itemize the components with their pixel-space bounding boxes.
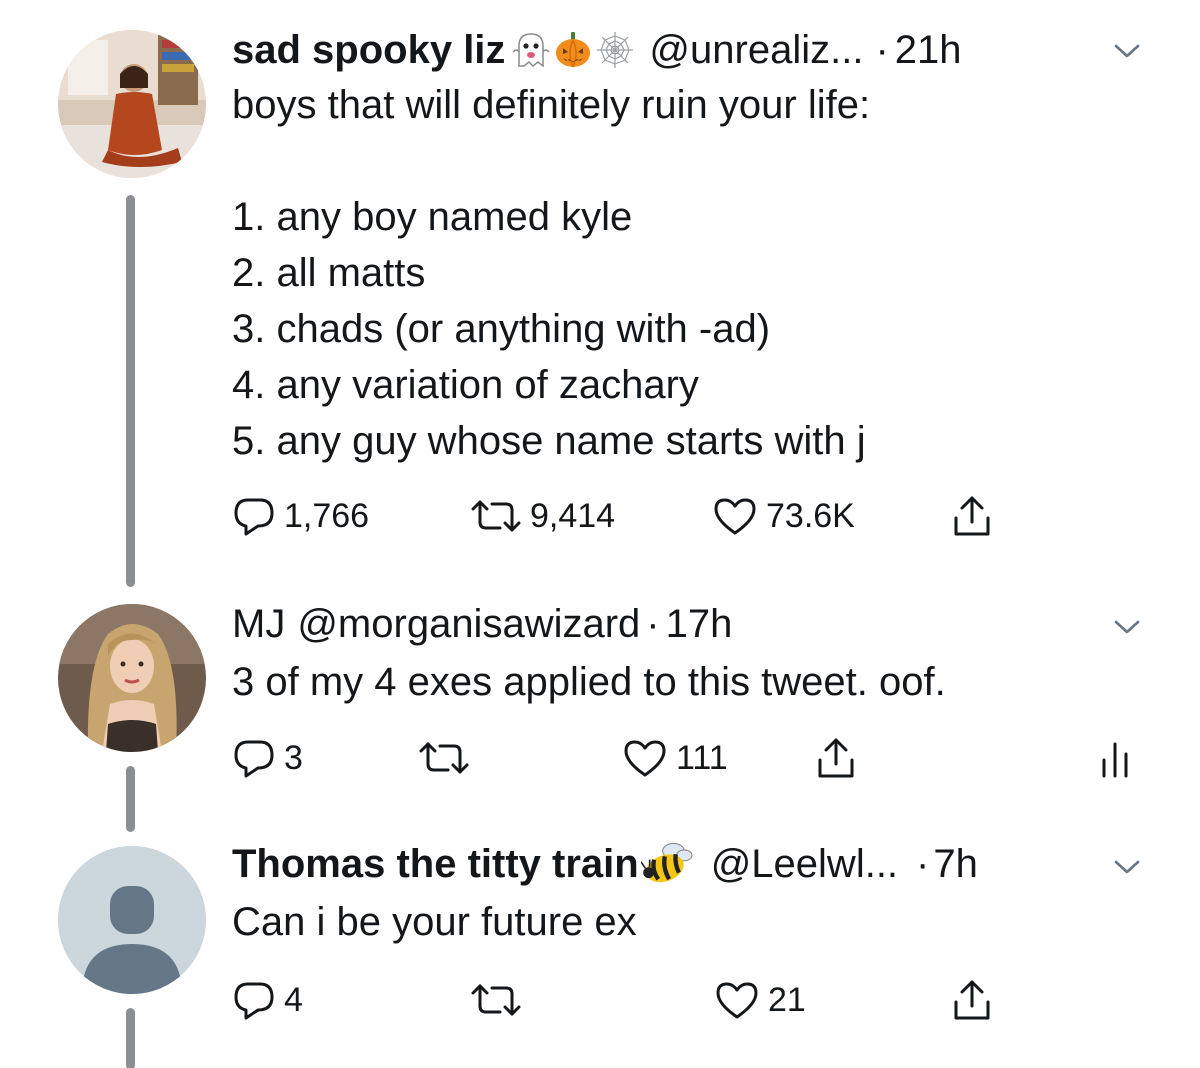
like-count: 111 [676,738,728,777]
user-handle[interactable]: @morganisawizard [297,602,640,646]
chevron-down-icon[interactable] [1113,618,1141,636]
analytics-icon [1102,742,1128,778]
separator-dot: · [646,602,660,646]
default-avatar[interactable] [58,846,206,994]
bee-emoji [640,842,693,883]
tweet-1[interactable]: sad spooky liz @unrealiz... · 21h boys t… [0,0,1200,590]
share-button[interactable] [814,736,858,780]
heart-icon [624,740,666,777]
reply-button[interactable]: 4 [232,978,303,1022]
thread-line [126,195,135,587]
retweet-icon [471,500,521,532]
tweet-text: 3 of my 4 exes applied to this tweet. oo… [232,660,946,704]
ghost-emoji [512,33,550,68]
user-handle[interactable]: @unrealiz... [649,28,863,72]
reply-button[interactable]: 1,766 [232,494,369,538]
reply-button[interactable]: 3 [232,736,303,780]
reply-icon [234,982,274,1020]
avatar-photo [58,604,206,752]
share-button[interactable] [950,978,994,1022]
share-icon [954,980,990,1020]
avatar[interactable] [58,30,206,178]
like-count: 21 [768,980,806,1019]
chevron-down-icon[interactable] [1113,42,1141,60]
tweet-header: sad spooky liz @unrealiz... · 21h [232,28,962,72]
share-icon [818,738,854,778]
spiderweb-emoji [597,32,634,68]
display-name[interactable]: sad spooky liz [232,28,505,72]
tweet-text: Can i be your future ex [232,900,637,944]
default-profile-icon [58,846,206,994]
reply-count: 3 [284,738,303,777]
retweet-icon [471,984,521,1016]
tweet-actions: 4 21 [232,978,1132,1022]
heart-icon [714,498,756,535]
reply-icon [234,498,274,536]
tweet-3[interactable]: Thomas the titty train @Leelwl... · 7h C… [0,830,1200,1068]
like-button[interactable]: 73.6K [712,494,855,538]
timestamp[interactable]: 7h [933,842,978,886]
reply-count: 4 [284,980,303,1019]
retweet-button[interactable] [470,978,530,1022]
tweet-text: boys that will definitely ruin your life… [232,83,871,463]
retweet-button[interactable] [418,736,478,780]
analytics-button[interactable] [1100,736,1130,780]
like-button[interactable]: 111 [622,736,728,780]
timestamp[interactable]: 21h [895,28,962,72]
thread-line [126,766,135,832]
tweet-actions: 1,766 9,414 73.6K [232,494,1132,538]
avatar-photo [58,30,206,178]
separator-dot: · [916,842,930,886]
like-count: 73.6K [766,496,855,535]
like-button[interactable]: 21 [714,978,806,1022]
tweet-2[interactable]: MJ @morganisawizard · 17h 3 of my 4 exes… [0,590,1200,832]
user-handle[interactable]: @Leelwl... [711,842,898,886]
timestamp[interactable]: 17h [666,602,733,646]
display-name[interactable]: Thomas the titty train [232,842,639,886]
retweet-button[interactable]: 9,414 [470,494,615,538]
separator-dot: · [875,28,889,72]
tweet-actions: 3 111 [232,736,1132,780]
retweet-count: 9,414 [530,496,616,535]
reply-count: 1,766 [284,496,370,535]
tweet-header: Thomas the titty train @Leelwl... · 7h [232,842,978,886]
reply-icon [234,740,274,778]
thread-line [126,1008,135,1068]
chevron-down-icon[interactable] [1113,858,1141,876]
share-icon [954,496,990,536]
tweet-header: MJ @morganisawizard · 17h [232,602,732,646]
heart-icon [716,982,758,1019]
avatar[interactable] [58,604,206,752]
pumpkin-emoji [556,32,591,68]
share-button[interactable] [950,494,994,538]
retweet-icon [419,742,469,774]
display-name[interactable]: MJ [232,602,285,646]
